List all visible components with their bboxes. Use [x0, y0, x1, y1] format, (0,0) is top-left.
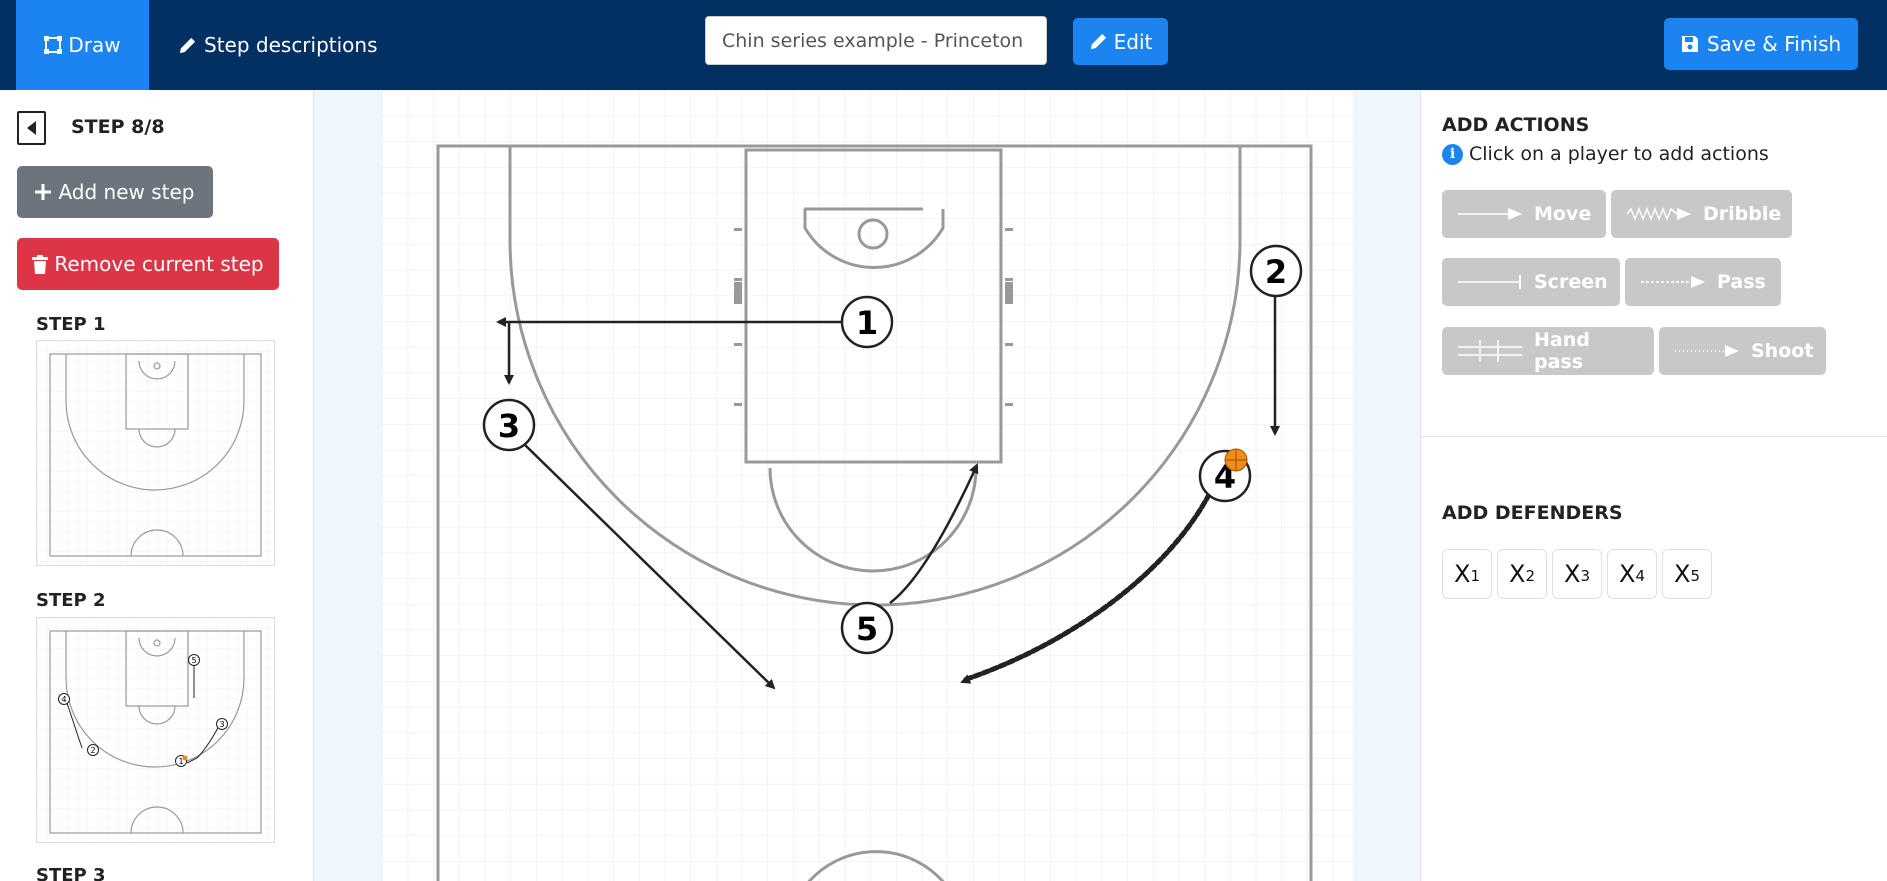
defender-x4-number: 4	[1635, 567, 1645, 585]
add-actions-hint: i Click on a player to add actions	[1442, 143, 1769, 165]
tab-step-descriptions[interactable]: Step descriptions	[178, 0, 378, 90]
move-action-button[interactable]: Move	[1442, 190, 1606, 238]
edit-button-label: Edit	[1113, 29, 1153, 54]
step-2-label: STEP 2	[36, 590, 106, 611]
add-new-step-label: Add new step	[58, 180, 195, 204]
pass-action-label: Pass	[1717, 271, 1766, 293]
svg-text:5: 5	[191, 656, 196, 665]
panel-divider	[1421, 436, 1887, 437]
defender-x5-button[interactable]: X5	[1662, 549, 1712, 599]
svg-text:4: 4	[61, 695, 66, 704]
step-1-thumbnail[interactable]	[36, 340, 275, 566]
screen-line-icon	[1458, 275, 1521, 289]
defender-x2-button[interactable]: X2	[1497, 549, 1547, 599]
basketball-court[interactable]: 1 2 3 4 5	[382, 90, 1353, 881]
player-5-number: 5	[856, 610, 878, 648]
player-2-number: 2	[1265, 253, 1287, 291]
player-5[interactable]: 5	[840, 601, 894, 655]
dribble-zigzag-icon	[1627, 207, 1691, 221]
shoot-dotted-arrow-icon	[1675, 345, 1739, 357]
defender-x1-letter: X	[1454, 560, 1471, 588]
top-bar: Draw Step descriptions Edit Save & Finis…	[0, 0, 1887, 90]
save-finish-button[interactable]: Save & Finish	[1664, 18, 1858, 70]
basketball-icon	[1224, 448, 1248, 472]
tab-draw-label: Draw	[68, 33, 121, 57]
info-icon: i	[1442, 143, 1463, 165]
hand-pass-action-label: Hand pass	[1534, 329, 1590, 373]
defender-x4-button[interactable]: X4	[1607, 549, 1657, 599]
floppy-disk-icon	[1681, 36, 1698, 52]
pass-dashed-arrow-icon	[1641, 276, 1705, 288]
defender-x5-number: 5	[1690, 567, 1700, 585]
player-1-number: 1	[856, 304, 878, 342]
remove-current-step-label: Remove current step	[54, 252, 264, 276]
step-1-label: STEP 1	[36, 314, 106, 335]
defender-x2-number: 2	[1525, 567, 1535, 585]
tab-step-descriptions-label: Step descriptions	[204, 33, 378, 57]
dribble-action-button[interactable]: Dribble	[1611, 190, 1792, 238]
add-new-step-button[interactable]: Add new step	[17, 166, 213, 218]
edit-button[interactable]: Edit	[1073, 18, 1168, 65]
defender-x3-button[interactable]: X3	[1552, 549, 1602, 599]
previous-step-button[interactable]	[17, 111, 46, 145]
player-2[interactable]: 2	[1249, 244, 1303, 298]
defender-x1-number: 1	[1470, 567, 1480, 585]
move-action-label: Move	[1534, 203, 1592, 225]
move-arrow-icon	[1458, 208, 1522, 220]
hand-pass-icon	[1458, 340, 1522, 362]
pass-action-button[interactable]: Pass	[1625, 258, 1781, 306]
screen-action-label: Screen	[1534, 271, 1608, 293]
steps-sidebar: STEP 8/8 Add new step Remove current ste…	[0, 90, 314, 881]
step-2-court-preview: 5 4 2 3 1	[37, 618, 274, 842]
screen-action-button[interactable]: Screen	[1442, 258, 1620, 306]
draw-icon	[44, 36, 63, 54]
player-1[interactable]: 1	[840, 295, 894, 349]
defender-x3-letter: X	[1564, 560, 1581, 588]
step-indicator: STEP 8/8	[71, 116, 165, 138]
plus-icon	[35, 184, 52, 200]
play-title-input[interactable]	[705, 16, 1047, 65]
actions-panel: ADD ACTIONS i Click on a player to add a…	[1420, 90, 1887, 881]
add-actions-hint-text: Click on a player to add actions	[1469, 143, 1769, 165]
add-defenders-title: ADD DEFENDERS	[1442, 502, 1623, 524]
defender-x1-button[interactable]: X1	[1442, 549, 1492, 599]
step-1-court-preview	[37, 341, 274, 565]
svg-text:3: 3	[219, 720, 224, 729]
step-3-label: STEP 3	[36, 865, 106, 881]
hand-pass-action-button[interactable]: Hand pass	[1442, 327, 1654, 375]
player-3[interactable]: 3	[482, 398, 536, 452]
add-actions-title: ADD ACTIONS	[1442, 114, 1590, 136]
remove-current-step-button[interactable]: Remove current step	[17, 238, 279, 290]
defender-x3-number: 3	[1580, 567, 1590, 585]
defender-x4-letter: X	[1619, 560, 1636, 588]
player-3-number: 3	[498, 407, 520, 445]
defender-x5-letter: X	[1674, 560, 1691, 588]
shoot-action-label: Shoot	[1751, 340, 1814, 362]
svg-text:2: 2	[90, 746, 95, 755]
step-2-thumbnail[interactable]: 5 4 2 3 1	[36, 617, 275, 843]
pencil-icon	[1090, 33, 1106, 50]
court-canvas[interactable]: 1 2 3 4 5	[382, 90, 1353, 881]
shoot-action-button[interactable]: Shoot	[1659, 327, 1826, 375]
pencil-icon	[179, 37, 196, 53]
tab-draw[interactable]: Draw	[16, 0, 149, 90]
defender-x2-letter: X	[1509, 560, 1526, 588]
caret-left-icon	[27, 121, 36, 135]
trash-icon	[32, 254, 49, 274]
dribble-action-label: Dribble	[1703, 203, 1782, 225]
save-finish-label: Save & Finish	[1706, 32, 1842, 56]
